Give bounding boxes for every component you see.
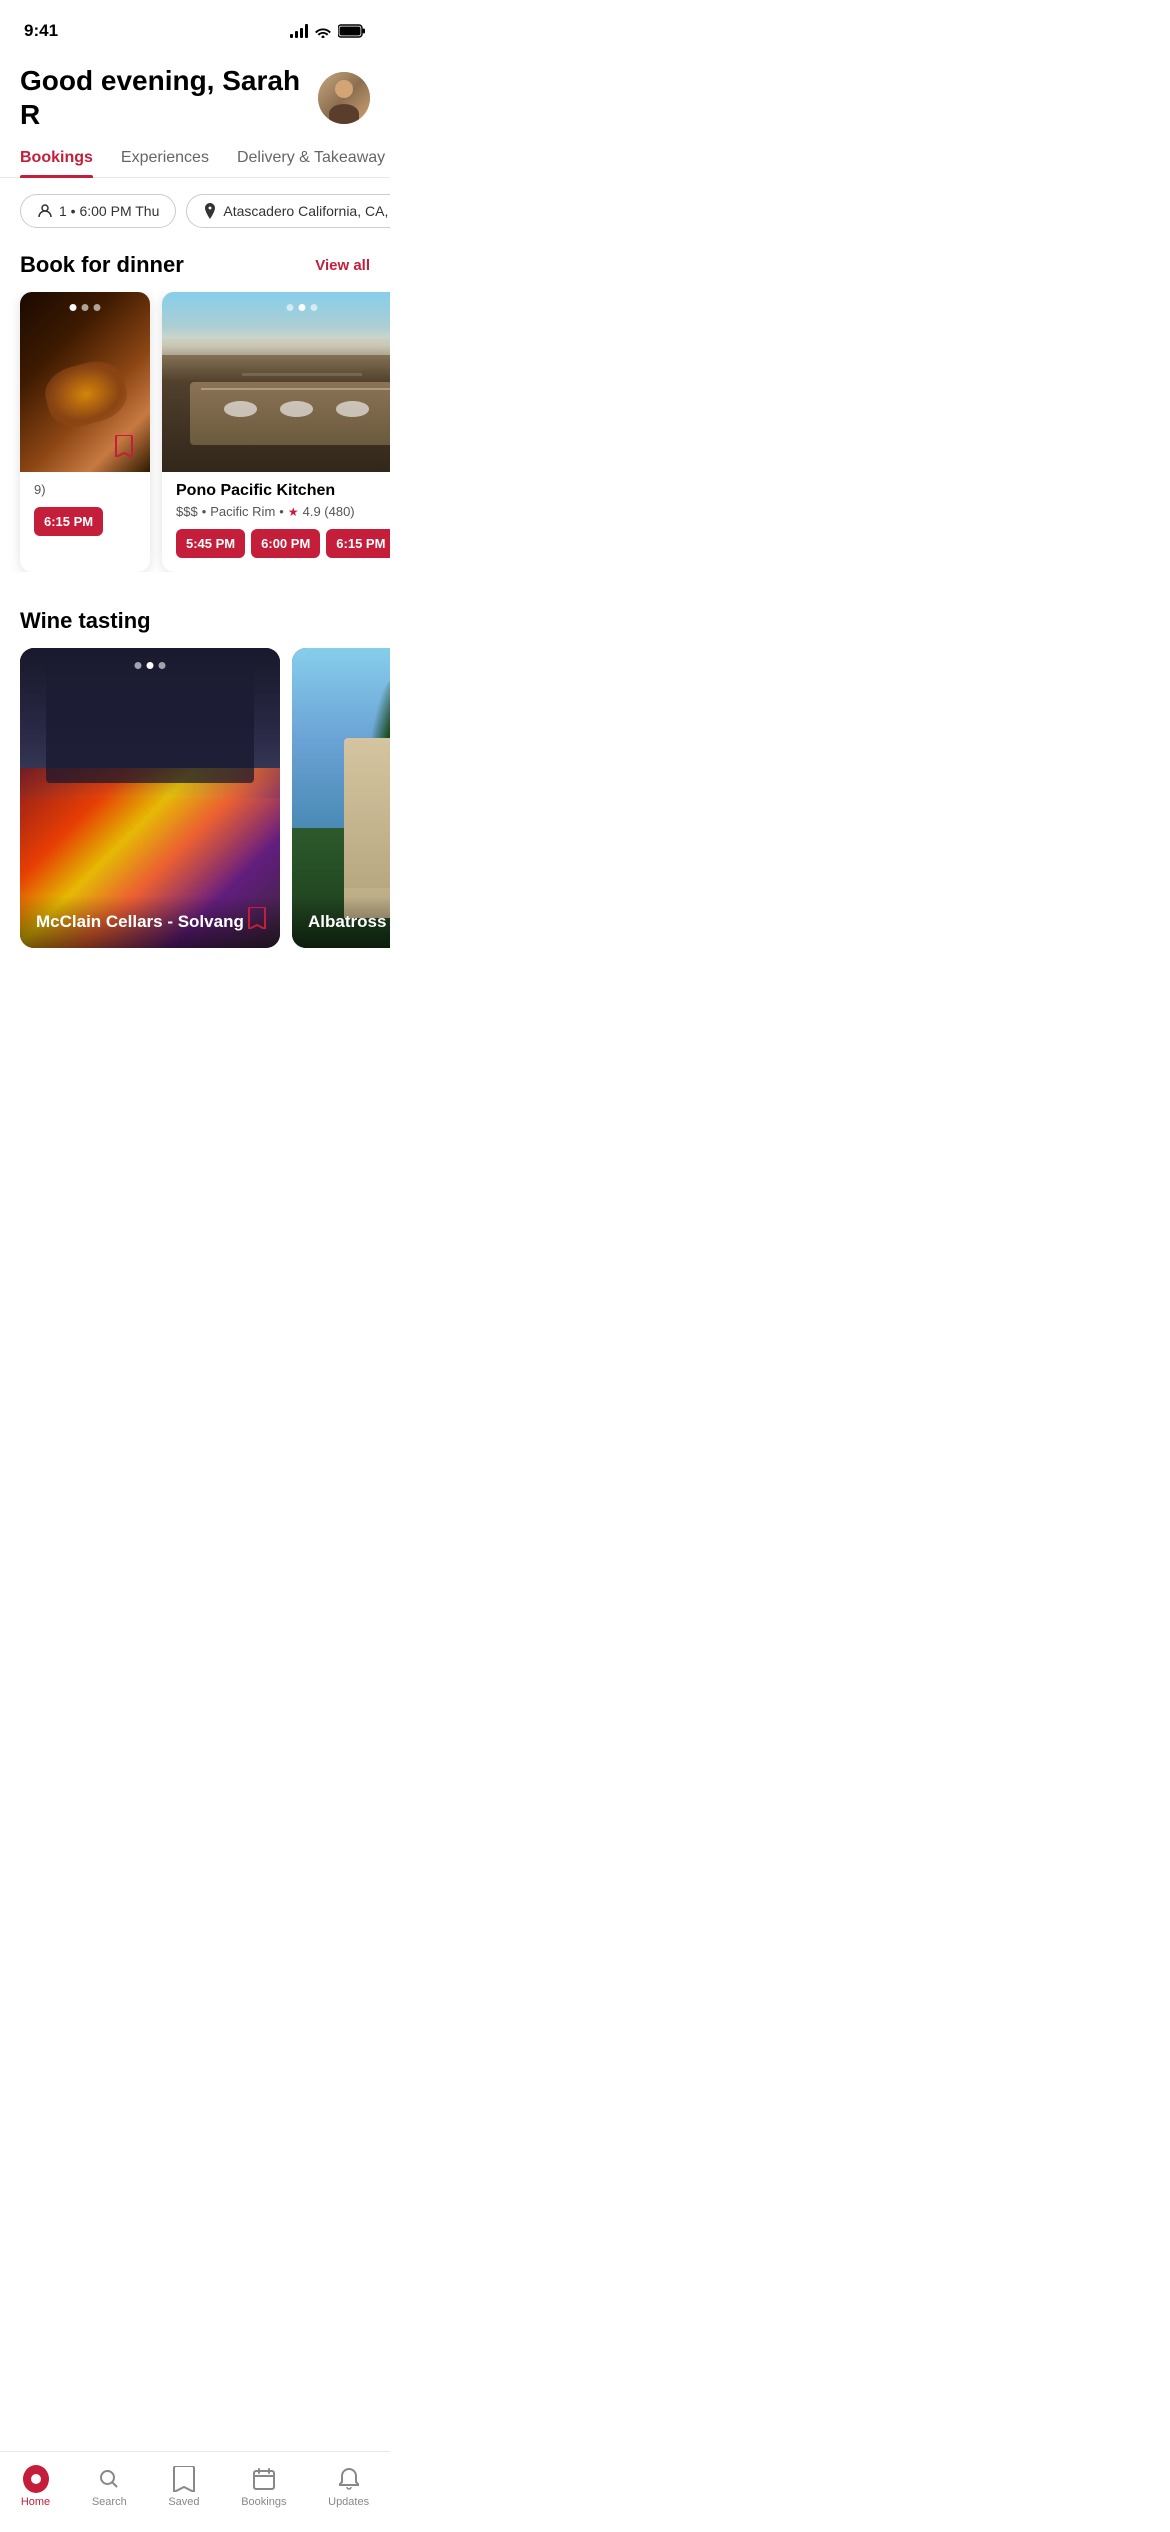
restaurant-card-1[interactable]: 9) 6:15 PM [20,292,150,572]
status-icons [290,24,366,38]
tab-bookings[interactable]: Bookings [20,139,93,177]
nav-search-label: Search [92,2496,127,2508]
star-icon-pono: ★ [288,505,299,519]
time-slot[interactable]: 6:15 PM [34,507,103,536]
tab-delivery[interactable]: Delivery & Takeaway [237,139,385,177]
location-filter-text: Atascadero California, CA, United St [223,203,390,219]
wine-tasting-header: Wine tasting [0,600,390,648]
bookmark-icon-mcclain [248,907,266,929]
nav-bookings-label: Bookings [241,2496,286,2508]
wine-card-overlay-albatross: Albatross Rid [292,896,390,948]
restaurant-card-pono[interactable]: Pono Pacific Kitchen $$$ • Pacific Rim •… [162,292,390,572]
calendar-icon [252,2467,276,2491]
greeting-text: Good evening, Sarah R [20,64,318,131]
bookings-nav-icon [251,2466,277,2492]
wifi-icon [314,24,332,38]
wine-venue-name-albatross: Albatross Rid [308,912,390,932]
dot [70,304,77,311]
time-slot-615[interactable]: 6:15 PM [326,529,390,558]
location-filter[interactable]: Atascadero California, CA, United St [186,194,390,228]
wine-tasting-section: Wine tasting McClain Cellars - Solvang [0,600,390,948]
wine-tasting-title: Wine tasting [20,608,151,634]
card-info-pono: Pono Pacific Kitchen $$$ • Pacific Rim •… [162,472,390,572]
card-dots-1 [70,304,101,311]
search-nav-icon [96,2466,122,2492]
bell-icon [337,2467,361,2491]
wine-card-mcclain[interactable]: McClain Cellars - Solvang [20,648,280,948]
dot [94,304,101,311]
avatar[interactable] [318,72,370,124]
saved-icon [173,2466,195,2492]
home-inner-dot [31,2474,41,2484]
battery-icon [338,24,366,38]
nav-saved-label: Saved [168,2496,199,2508]
person-icon [37,203,53,219]
card-dots-pono [287,304,318,311]
filters-bar: 1 • 6:00 PM Thu Atascadero California, C… [0,178,390,244]
status-time: 9:41 [24,21,58,41]
nav-home[interactable]: Home [9,2462,62,2512]
wine-venue-name-mcclain: McClain Cellars - Solvang [36,912,264,932]
guests-filter[interactable]: 1 • 6:00 PM Thu [20,194,176,228]
rating-text-1: 9) [34,482,46,497]
saved-nav-icon [171,2466,197,2492]
separator2: • [279,504,284,519]
cuisine-text-pono: Pacific Rim [210,504,275,519]
home-active-dot [23,2465,49,2493]
location-icon [203,203,217,219]
bookmark-button-1[interactable] [108,430,140,462]
nav-search[interactable]: Search [80,2462,139,2512]
view-all-dinner[interactable]: View all [315,257,370,274]
bottom-navigation: Home Search Saved Bookings [0,2451,390,2532]
time-slot-600[interactable]: 6:00 PM [251,529,320,558]
separator: • [202,504,207,519]
search-icon [97,2467,121,2491]
bookmark-icon-1 [115,435,133,457]
guests-filter-text: 1 • 6:00 PM Thu [59,203,159,219]
wine-bookmark-mcclain[interactable] [248,907,266,934]
dot [287,304,294,311]
card-meta-pono: $$$ • Pacific Rim • ★ 4.9 (480) [176,504,390,519]
price-text-pono: $$$ [176,504,198,519]
tab-experiences[interactable]: Experiences [121,139,209,177]
header: Good evening, Sarah R [0,48,390,139]
book-dinner-header: Book for dinner View all [0,244,390,292]
card-image-1 [20,292,150,472]
card-info-1: 9) 6:15 PM [20,472,150,550]
home-nav-icon [23,2466,49,2492]
dot [311,304,318,311]
dot [159,662,166,669]
nav-updates-label: Updates [328,2496,369,2508]
dot [299,304,306,311]
time-slots-pono: 5:45 PM 6:00 PM 6:15 PM [176,529,390,558]
card-meta-1: 9) [34,482,136,497]
main-tabs: Bookings Experiences Delivery & Takeaway [0,139,390,178]
restaurant-name-pono: Pono Pacific Kitchen [176,482,390,500]
dot [147,662,154,669]
nav-updates[interactable]: Updates [316,2462,381,2512]
time-slot-545[interactable]: 5:45 PM [176,529,245,558]
signal-icon [290,24,308,38]
card-image-pono [162,292,390,472]
nav-bookings[interactable]: Bookings [229,2462,298,2512]
nav-home-label: Home [21,2496,50,2508]
nav-saved[interactable]: Saved [156,2462,211,2512]
book-dinner-title: Book for dinner [20,252,184,278]
updates-nav-icon [336,2466,362,2492]
wine-card-albatross[interactable]: Albatross Rid [292,648,390,948]
wine-card-dots-mcclain [135,662,166,669]
dinner-cards-scroll: 9) 6:15 PM [0,292,390,572]
dot [82,304,89,311]
status-bar: 9:41 [0,0,390,48]
wine-card-overlay-mcclain: McClain Cellars - Solvang [20,896,280,948]
time-slots-1: 6:15 PM [34,507,136,536]
wine-cards-scroll: McClain Cellars - Solvang Albatross [0,648,390,948]
dot [135,662,142,669]
rating-pono: 4.9 (480) [303,504,355,519]
